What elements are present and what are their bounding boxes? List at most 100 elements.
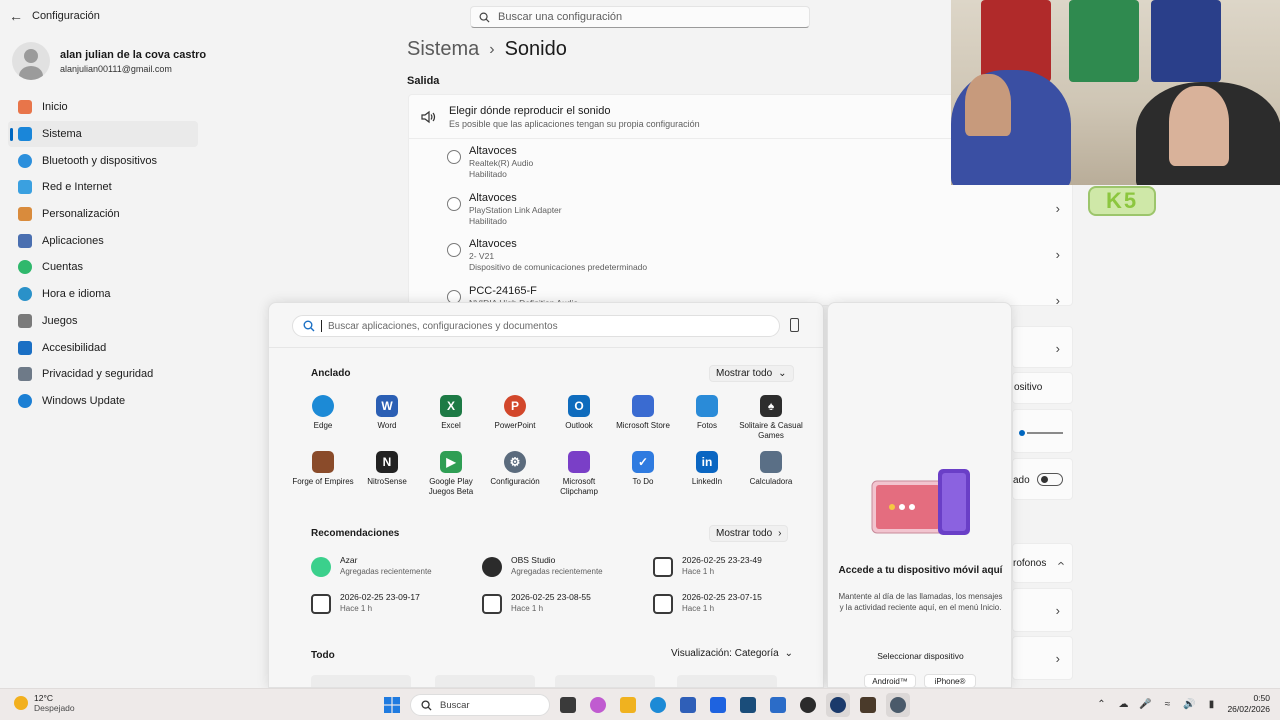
device-option[interactable]: Altavoces Realtek(R) Audio Habilitado [447, 145, 533, 179]
category-tile[interactable] [677, 675, 777, 687]
cloud-icon[interactable]: ☁ [1117, 698, 1129, 710]
volume-icon[interactable]: 🔊 [1183, 698, 1195, 710]
pinned-app-configuracion[interactable]: ⚙ Configuración [483, 451, 547, 507]
pinned-app-edge[interactable]: Edge [291, 395, 355, 451]
pinned-app-microsoft-store[interactable]: Microsoft Store [611, 395, 675, 451]
recommendation-name: OBS Studio [511, 555, 556, 565]
pinned-app-word[interactable]: W Word [355, 395, 419, 451]
sidebar-item-aplicaciones[interactable]: Aplicaciones [8, 227, 198, 254]
pinned-app-nitrosense[interactable]: N NitroSense [355, 451, 419, 507]
taskbar-store[interactable] [676, 693, 700, 717]
recommendation-subtitle: Agregadas recientemente [511, 567, 603, 576]
pinned-app-calculadora[interactable]: Calculadora [739, 451, 803, 507]
radio-button[interactable] [447, 243, 461, 257]
pinned-app-forge-of-empires[interactable]: Forge of Empires [291, 451, 355, 507]
network-icon [18, 180, 32, 195]
pinned-app-solitaire[interactable]: ♠ Solitaire & Casual Games [739, 395, 803, 451]
chevron-right-icon[interactable]: › [1056, 247, 1060, 262]
sidebar-item-inicio[interactable]: Inicio [8, 94, 198, 121]
chevron-down-icon: ⌄ [778, 368, 787, 379]
recommendation-item[interactable]: 2026-02-25 23-08-55 Hace 1 h [482, 592, 653, 629]
sidebar-item-windows-update[interactable]: Windows Update [8, 388, 198, 415]
pinned-show-all-button[interactable]: Mostrar todo ⌄ [709, 365, 794, 382]
pinned-app-clipchamp[interactable]: Microsoft Clipchamp [547, 451, 611, 507]
radio-button[interactable] [447, 197, 461, 211]
volume-slider-thumb[interactable] [1019, 430, 1025, 436]
chevron-right-icon: › [1055, 651, 1060, 666]
breadcrumb-parent[interactable]: Sistema [407, 38, 479, 61]
sidebar-item-cuentas[interactable]: Cuentas [8, 254, 198, 281]
sidebar-item-accesibilidad[interactable]: Accesibilidad [8, 334, 198, 361]
page-title: Sonido [504, 38, 567, 60]
category-tile[interactable] [435, 675, 535, 687]
weather-widget[interactable]: 12°C Despejado [14, 693, 75, 713]
android-button[interactable]: Android™ [864, 674, 916, 688]
person-face [965, 74, 1011, 136]
user-profile[interactable]: alan julian de la cova castro alanjulian… [12, 42, 206, 80]
sidebar-item-red[interactable]: Red e Internet [8, 174, 198, 201]
chevron-right-icon[interactable]: › [1056, 293, 1060, 308]
taskbar-obs[interactable] [796, 693, 820, 717]
pinned-app-to-do[interactable]: ✓ To Do [611, 451, 675, 507]
taskbar-search[interactable]: Buscar [410, 694, 550, 716]
settings-search-input[interactable]: Buscar una configuración [470, 6, 810, 28]
taskbar-game[interactable] [856, 693, 880, 717]
pinned-app-linkedin[interactable]: in LinkedIn [675, 451, 739, 507]
pinned-app-outlook[interactable]: O Outlook [547, 395, 611, 451]
phone-icon[interactable] [790, 318, 799, 332]
recommendation-item[interactable]: OBS Studio Agregadas recientemente [482, 555, 653, 592]
radio-button[interactable] [447, 150, 461, 164]
recommendation-item[interactable]: 2026-02-25 23-07-15 Hace 1 h [653, 592, 824, 629]
back-button[interactable]: ← [0, 0, 32, 32]
device-option[interactable]: Altavoces PlayStation Link Adapter Habilit… [447, 192, 562, 226]
start-button[interactable] [380, 693, 404, 717]
taskbar-edge[interactable] [646, 693, 670, 717]
recommendation-item[interactable]: 2026-02-25 23-23-49 Hace 1 h [653, 555, 824, 592]
recommendation-item[interactable]: Azar Agregadas recientemente [311, 555, 482, 592]
view-mode-dropdown[interactable]: Visualización: Categoría ⌄ [671, 648, 793, 659]
clock[interactable]: 0:50 26/02/2026 [1227, 693, 1270, 715]
recommendation-item[interactable]: 2026-02-25 23-09-17 Hace 1 h [311, 592, 482, 629]
pinned-app-google-play-games[interactable]: ▶ Google Play Juegos Beta [419, 451, 483, 507]
sidebar-item-privacidad[interactable]: Privacidad y seguridad [8, 361, 198, 388]
steam-icon [830, 697, 846, 713]
volume-row[interactable] [1012, 409, 1073, 453]
clipchamp-icon [568, 451, 590, 473]
sidebar-item-bluetooth[interactable]: Bluetooth y dispositivos [8, 147, 198, 174]
pinned-app-fotos[interactable]: Fotos [675, 395, 739, 451]
taskbar-task-view[interactable] [556, 693, 580, 717]
category-tile[interactable] [555, 675, 655, 687]
category-tile[interactable] [311, 675, 411, 687]
start-search-input[interactable]: Buscar aplicaciones, configuraciones y d… [292, 315, 780, 337]
person-face [1169, 86, 1229, 166]
microphones-row[interactable]: rofonos › [1012, 543, 1073, 583]
recs-show-all-button[interactable]: Mostrar todo › [709, 525, 789, 542]
taskbar-dropbox[interactable] [706, 693, 730, 717]
sidebar-item-sistema[interactable]: Sistema [8, 120, 198, 148]
battery-icon[interactable]: ▮ [1205, 698, 1217, 710]
iphone-button[interactable]: iPhone® [924, 674, 976, 688]
chevron-right-icon[interactable]: › [1056, 201, 1060, 216]
pinned-app-powerpoint[interactable]: P PowerPoint [483, 395, 547, 451]
settings-row[interactable]: › [1012, 588, 1073, 632]
chevron-up-icon[interactable]: ⌃ [1095, 698, 1107, 710]
taskbar-settings[interactable] [886, 693, 910, 717]
taskbar-steam[interactable] [826, 693, 850, 717]
wifi-icon[interactable]: ≈ [1161, 698, 1173, 710]
settings-row[interactable]: › [1012, 326, 1073, 368]
toggle-row[interactable]: ado [1012, 458, 1073, 500]
toggle-switch[interactable] [1037, 473, 1063, 486]
game-icon [860, 697, 876, 713]
settings-row[interactable]: › [1012, 636, 1073, 680]
volume-slider-track[interactable] [1027, 432, 1063, 434]
pinned-app-excel[interactable]: X Excel [419, 395, 483, 451]
microphone-icon[interactable]: 🎤 [1139, 698, 1151, 710]
taskbar-nitro[interactable] [736, 693, 760, 717]
sidebar-item-hora[interactable]: Hora e idioma [8, 281, 198, 308]
device-option[interactable]: Altavoces 2- V21 Dispositivo de comunicaci… [447, 238, 647, 272]
sidebar-item-juegos[interactable]: Juegos [8, 308, 198, 335]
taskbar-file-explorer[interactable] [616, 693, 640, 717]
taskbar-logi[interactable] [766, 693, 790, 717]
sidebar-item-personalizacion[interactable]: Personalización [8, 201, 198, 228]
taskbar-copilot[interactable] [586, 693, 610, 717]
